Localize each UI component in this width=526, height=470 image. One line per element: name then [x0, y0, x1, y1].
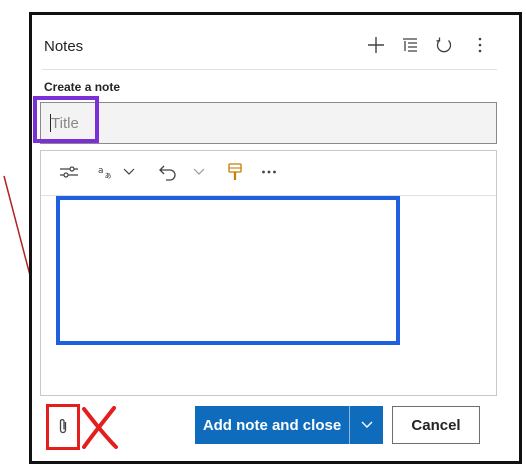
cancel-button[interactable]: Cancel: [392, 406, 480, 444]
more-vertical-icon[interactable]: [468, 33, 492, 57]
title-annotation-box: [33, 96, 99, 143]
format-painter-icon[interactable]: [224, 160, 246, 184]
undo-icon[interactable]: [156, 160, 180, 184]
cross-mark-icon: [82, 406, 118, 449]
header-divider: [42, 69, 497, 70]
font-style-icon[interactable]: a ぁ: [96, 160, 118, 184]
undo-dropdown-chevron-icon[interactable]: [191, 160, 207, 184]
panel-title: Notes: [44, 38, 84, 55]
add-note-options-button[interactable]: [350, 406, 383, 444]
footer-divider: [41, 395, 496, 396]
body-annotation-box: [56, 196, 400, 345]
title-input[interactable]: [40, 102, 497, 144]
chevron-down-icon[interactable]: [121, 160, 137, 184]
format-settings-icon[interactable]: [56, 160, 82, 184]
chevron-down-icon: [361, 421, 372, 428]
create-note-label: Create a note: [44, 80, 121, 94]
refresh-icon[interactable]: [432, 33, 456, 57]
svg-text:ぁ: ぁ: [104, 171, 112, 180]
add-note-and-close-button[interactable]: Add note and close: [195, 406, 349, 444]
attach-annotation-box: [46, 404, 80, 450]
svg-text:a: a: [98, 166, 104, 176]
sort-icon[interactable]: [398, 33, 422, 57]
add-icon[interactable]: [364, 33, 388, 57]
more-horizontal-icon[interactable]: [258, 160, 280, 184]
